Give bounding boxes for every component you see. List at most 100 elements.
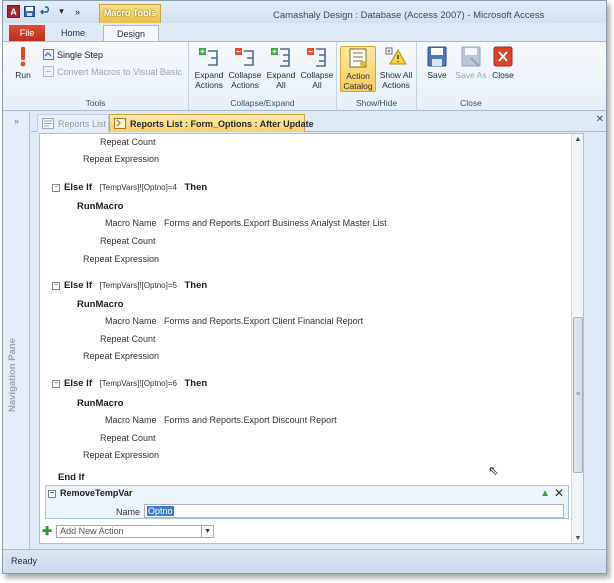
window-title: Camashaly Design : Database (Access 2007… [273,10,545,21]
tab-home[interactable]: Home [51,25,95,41]
add-icon: ✚ [42,524,53,538]
else-if-keyword: Else If [64,280,92,291]
else-if-row[interactable]: − Else If [TempVars]![Optno]=5 Then [52,280,207,291]
expand-actions-label: Expand Actions [194,70,224,90]
collapse-icon[interactable]: − [52,281,60,290]
run-icon [20,47,26,67]
save-as-label: Save As [455,70,487,80]
macro-designer: Repeat Count Repeat Expression − Else If … [39,133,584,544]
collapse-icon[interactable]: − [48,489,56,498]
tab-file[interactable]: File [9,25,45,41]
collapse-actions-label: Collapse Actions [228,70,262,90]
collapse-actions-button[interactable]: Collapse Actions [227,46,263,90]
scroll-thumb[interactable]: ≡ [573,317,583,473]
vertical-scrollbar[interactable]: ▲ ≡ ▼ [571,134,583,543]
name-label: Name [116,507,141,517]
save-icon[interactable] [23,5,36,18]
action-catalog-button[interactable]: Action Catalog [340,46,376,92]
expand-all-button[interactable]: Expand All [263,46,299,90]
runmacro-action[interactable]: RunMacro [77,201,123,212]
remove-temp-var-header: − RemoveTempVar [48,488,132,498]
grip-icon: ≡ [576,391,581,398]
close-group: Save Save As Close Close [417,42,525,110]
expand-all-label: Expand All [266,70,296,90]
action-catalog-icon [349,48,367,68]
undo-icon[interactable] [39,5,52,18]
show-all-actions-icon [385,47,407,65]
ribbon-tabs: File Home Design [3,23,606,41]
collapse-expand-group: Expand Actions Collapse Actions Expand A… [189,42,337,110]
else-if-row[interactable]: − Else If [TempVars]![Optno]=4 Then [52,182,207,193]
save-as-button[interactable]: Save As [453,46,489,80]
run-button[interactable]: Run [7,46,39,80]
more-commands-icon[interactable]: » [71,5,84,18]
scroll-up-icon[interactable]: ▲ [572,134,583,146]
document-tabs: Reports List Reports List : Form_Options… [31,112,606,132]
status-text: Ready [11,556,38,566]
mouse-cursor-icon: ⇖ [488,463,499,478]
runmacro-action[interactable]: RunMacro [77,299,123,310]
macro-name-value[interactable]: Forms and Reports.Export Client Financia… [164,316,363,326]
delete-icon[interactable]: ✕ [554,486,564,500]
runmacro-action[interactable]: RunMacro [77,398,123,409]
save-as-icon [461,46,481,67]
scroll-down-icon[interactable]: ▼ [572,533,583,543]
condition-expression[interactable]: [TempVars]![Optno]=6 [100,379,177,388]
collapse-all-button[interactable]: Collapse All [299,46,335,90]
report-icon [42,118,54,129]
macro-name-value[interactable]: Forms and Reports.Export Business Analys… [164,218,387,228]
macro-name-value[interactable]: Forms and Reports.Export Discount Report [164,415,337,425]
show-hide-group: Action Catalog Show All Actions Show/Hid… [337,42,417,110]
tab-reports-list[interactable]: Reports List [37,114,109,132]
add-new-action-placeholder: Add New Action [60,525,124,536]
chevron-down-icon[interactable]: ▾ [55,5,68,18]
show-all-actions-button[interactable]: Show All Actions [378,46,414,90]
macro-name-row: Macro Name Forms and Reports.Export Disc… [105,415,337,425]
name-input[interactable]: Optno [144,504,564,518]
name-value: Optno [147,506,174,516]
access-logo-icon[interactable]: A [7,5,20,18]
save-button[interactable]: Save [419,46,455,80]
condition-expression[interactable]: [TempVars]![Optno]=4 [100,183,177,192]
repeat-expression-label: Repeat Expression [83,450,160,460]
close-group-label: Close [460,98,482,108]
macro-name-row: Macro Name Forms and Reports.Export Clie… [105,316,363,326]
else-if-row[interactable]: − Else If [TempVars]![Optno]=6 Then [52,378,207,389]
repeat-count-label: Repeat Count [100,334,156,344]
macro-icon [114,118,126,129]
macro-name-label: Macro Name [105,316,157,326]
end-if-keyword[interactable]: End If [58,472,84,483]
collapse-actions-icon [235,48,254,66]
collapse-icon[interactable]: − [52,379,60,388]
close-icon [493,46,513,67]
close-button[interactable]: Close [485,46,521,80]
condition-expression[interactable]: [TempVars]![Optno]=5 [100,281,177,290]
save-label: Save [427,70,447,80]
navigation-pane[interactable]: » Navigation Pane [3,112,30,549]
move-up-icon[interactable]: ▲ [540,488,550,499]
quick-access-toolbar: A ▾ » [7,5,84,18]
argument-label: Repeat Count [100,137,156,147]
nav-pane-toggle[interactable]: » [3,112,30,130]
single-step-button[interactable]: Single Step [43,48,103,61]
remove-temp-var-action[interactable]: − RemoveTempVar ▲ ✕ Name Optno [45,485,569,519]
convert-macros-label: Convert Macros to Visual Basic [57,66,182,77]
chevron-down-icon[interactable]: ▼ [201,525,213,537]
collapse-icon[interactable]: − [52,183,60,192]
expand-all-icon [271,48,290,67]
tools-group: Run Single Step Convert Macros to Visual… [3,42,189,110]
ribbon: Run Single Step Convert Macros to Visual… [3,41,606,111]
tab-macro-after-update[interactable]: Reports List : Form_Options : After Upda… [109,114,314,132]
close-label: Close [492,70,514,80]
expand-actions-button[interactable]: Expand Actions [191,46,227,90]
macro-name-row: Macro Name Forms and Reports.Export Busi… [105,218,387,228]
add-new-action-combo[interactable]: Add New Action ▼ [56,524,215,538]
repeat-count-label: Repeat Count [100,236,156,246]
tab-design[interactable]: Design [103,25,159,41]
then-keyword: Then [184,378,208,389]
add-new-action-row: ✚ Add New Action ▼ [42,524,215,538]
convert-macros-button[interactable]: Convert Macros to Visual Basic [43,65,182,78]
expand-actions-icon [199,48,218,66]
else-if-keyword: Else If [64,182,92,193]
document-close-icon[interactable]: ✕ [596,114,604,125]
